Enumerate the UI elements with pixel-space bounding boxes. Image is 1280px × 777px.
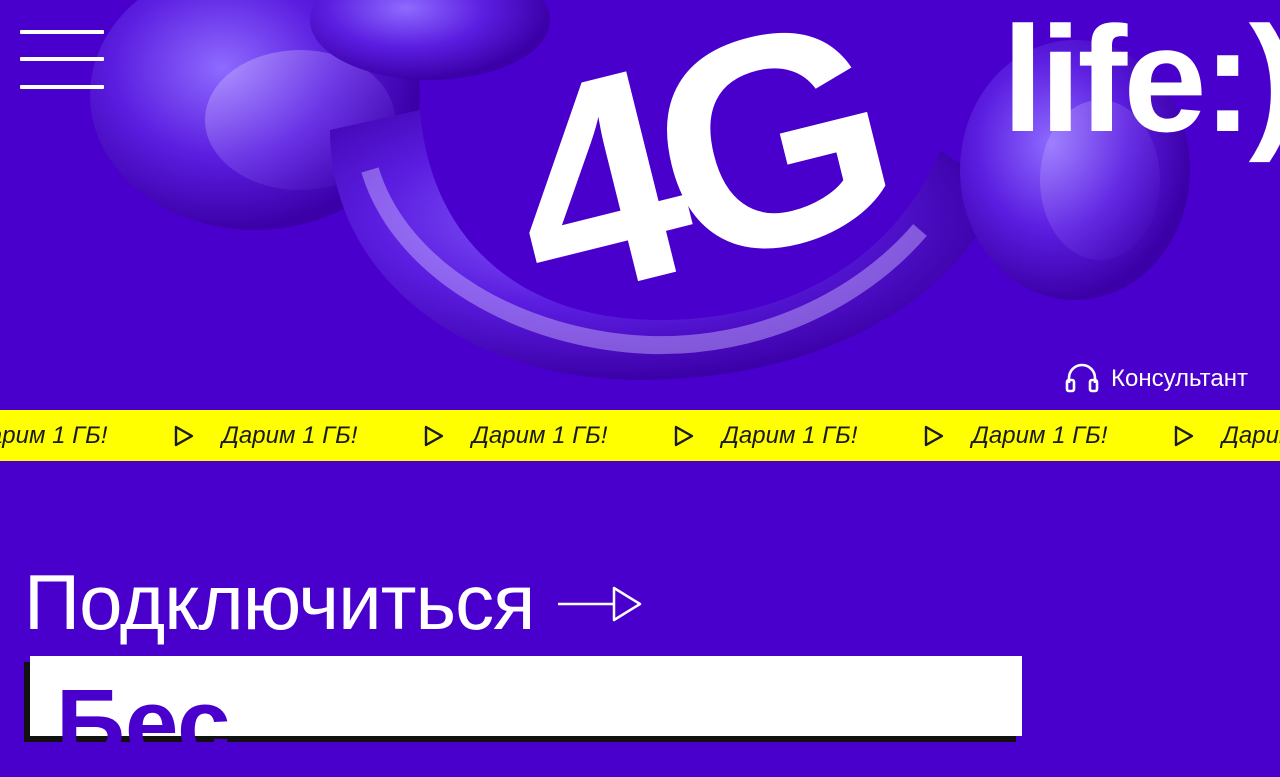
ticker-item: Дарим 1 ГБ! xyxy=(972,422,1222,450)
arrow-right-icon xyxy=(558,586,642,622)
play-triangle-icon xyxy=(424,425,444,446)
promo-ticker[interactable]: Дарим 1 ГБ! Дарим 1 ГБ! Дарим 1 ГБ! Дари… xyxy=(0,410,1280,461)
hamburger-icon-line xyxy=(20,57,104,61)
ticker-track: Дарим 1 ГБ! Дарим 1 ГБ! Дарим 1 ГБ! Дари… xyxy=(0,410,1280,461)
play-triangle-icon xyxy=(1174,425,1194,446)
ticker-text: Дарим 1 ГБ! xyxy=(1222,421,1280,449)
headset-icon xyxy=(1065,363,1099,393)
ticker-item: Дарим 1 ГБ! xyxy=(1222,422,1280,450)
play-triangle-icon xyxy=(924,425,944,446)
ticker-text: Дарим 1 ГБ! xyxy=(222,421,358,449)
menu-button[interactable] xyxy=(20,30,104,92)
play-triangle-icon xyxy=(174,425,194,446)
logo-life[interactable]: life:) xyxy=(1002,4,1280,154)
ticker-text: Дарим 1 ГБ! xyxy=(472,421,608,449)
connect-link[interactable]: Подключиться xyxy=(24,560,642,644)
offer-card-heading: Бес xyxy=(56,670,231,777)
consultant-button[interactable]: Консультант xyxy=(1065,362,1248,396)
ticker-item: Дарим 1 ГБ! xyxy=(472,422,722,450)
hero-banner: 4G life:) Консультант xyxy=(0,0,1280,410)
connect-label: Подключиться xyxy=(24,558,535,646)
hamburger-icon-line xyxy=(20,85,104,89)
logo-4g-text: 4G xyxy=(490,0,910,310)
ticker-text: Дарим 1 ГБ! xyxy=(972,421,1108,449)
ticker-text: Дарим 1 ГБ! xyxy=(722,421,858,449)
consultant-label: Консультант xyxy=(1110,365,1248,392)
ticker-text: Дарим 1 ГБ! xyxy=(0,421,108,449)
offer-card[interactable]: Бес xyxy=(30,656,1022,772)
hamburger-icon-line xyxy=(20,30,104,34)
ticker-item: Дарим 1 ГБ! xyxy=(722,422,972,450)
play-triangle-icon xyxy=(674,425,694,446)
ticker-item: Дарим 1 ГБ! xyxy=(222,422,472,450)
ticker-item: Дарим 1 ГБ! xyxy=(0,422,222,450)
logo-4g: 4G xyxy=(490,0,910,310)
